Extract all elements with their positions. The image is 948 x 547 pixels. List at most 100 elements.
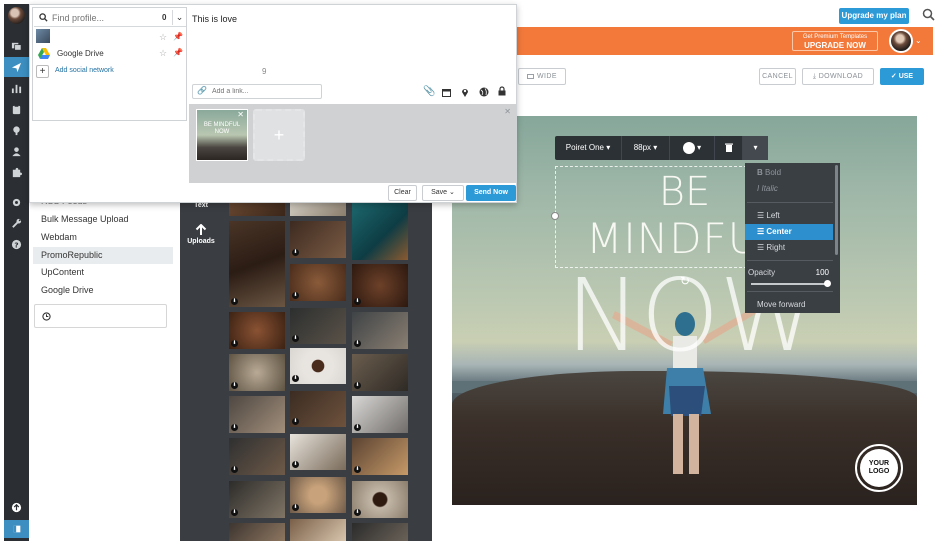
align-right-option[interactable]: ☰ Right [745, 240, 833, 256]
use-button[interactable]: ✓ USE [880, 68, 924, 85]
align-center-option[interactable]: ☰ Center [745, 224, 833, 240]
location-pin-icon[interactable] [461, 87, 469, 97]
help-icon[interactable]: ? [4, 234, 29, 254]
opacity-slider[interactable] [751, 283, 829, 285]
download-icon[interactable]: ⬇ [292, 249, 299, 256]
find-profile-input[interactable] [52, 11, 152, 24]
search-icon[interactable] [922, 8, 936, 22]
photo-thumb[interactable]: ⬇ [290, 348, 346, 384]
pin-icon[interactable]: 📌 [173, 48, 183, 57]
attached-image-thumb[interactable]: BE MINDFUL NOW ✕ [196, 109, 248, 161]
add-network-plus-icon[interactable]: + [36, 65, 49, 78]
delete-text-button[interactable] [715, 136, 743, 160]
cancel-button[interactable]: CANCEL [759, 68, 796, 85]
panel-toggle-icon[interactable] [4, 520, 29, 538]
profile-google-drive[interactable]: Google Drive [57, 49, 104, 58]
insights-icon[interactable] [4, 120, 29, 140]
calendar-icon[interactable] [442, 88, 451, 97]
photo-thumb[interactable]: ⬇ [352, 264, 408, 307]
assignments-icon[interactable] [4, 99, 29, 119]
tools-wrench-icon[interactable] [4, 213, 29, 233]
chevron-down-icon[interactable]: ⌄ [915, 36, 922, 45]
upgrade-now-button[interactable]: Get Premium Templates UPGRADE NOW [792, 31, 878, 51]
download-icon[interactable]: ⬇ [292, 335, 299, 342]
photo-thumb[interactable]: ⬇ [229, 221, 285, 307]
download-icon[interactable]: ⬇ [292, 504, 299, 511]
settings-gear-icon[interactable] [4, 192, 29, 212]
uploads-tool[interactable]: Uploads [183, 224, 219, 245]
download-icon[interactable]: ⬇ [292, 292, 299, 299]
close-media-icon[interactable]: ✕ [504, 107, 511, 116]
photo-thumb[interactable]: ⬇ [290, 308, 346, 344]
globe-icon[interactable] [479, 87, 489, 97]
resize-handle[interactable] [551, 212, 559, 220]
photo-thumb[interactable] [229, 523, 285, 541]
font-size-dropdown[interactable]: 88px ▾ [622, 136, 670, 160]
history-box[interactable] [34, 304, 167, 328]
upgrade-plan-button[interactable]: Upgrade my plan [839, 8, 909, 24]
download-icon[interactable]: ⬇ [231, 340, 238, 347]
lock-icon[interactable] [498, 86, 506, 96]
account-avatar[interactable] [889, 29, 913, 53]
photo-thumb[interactable]: ⬇ [352, 481, 408, 518]
rotate-icon[interactable]: ↻ [679, 275, 691, 287]
photo-thumb[interactable] [290, 519, 346, 541]
download-icon[interactable]: ⬇ [231, 298, 238, 305]
add-link-field[interactable]: 🔗 [192, 84, 322, 99]
photo-thumb[interactable] [352, 196, 408, 260]
download-icon[interactable]: ⬇ [231, 424, 238, 431]
pin-icon[interactable]: 📌 [173, 32, 183, 41]
text-selection-box[interactable] [555, 166, 747, 268]
analytics-icon[interactable] [4, 78, 29, 98]
photo-thumb[interactable]: ⬇ [229, 312, 285, 349]
photo-thumb[interactable]: ⬇ [352, 396, 408, 433]
add-social-network-link[interactable]: Add social network [55, 67, 114, 74]
source-promorepublic[interactable]: PromoRepublic [33, 247, 173, 264]
contacts-icon[interactable] [4, 141, 29, 161]
upload-circle-icon[interactable] [4, 498, 29, 516]
italic-option[interactable]: I Italic [745, 181, 833, 197]
source-bulk-message-upload[interactable]: Bulk Message Upload [33, 211, 173, 228]
download-icon[interactable]: ⬇ [354, 298, 361, 305]
download-icon[interactable]: ⬇ [292, 375, 299, 382]
send-now-button[interactable]: Send Now [466, 185, 516, 201]
opacity-slider-handle[interactable] [824, 280, 831, 287]
source-webdam[interactable]: Webdam [33, 229, 173, 246]
photo-thumb[interactable]: ⬇ [290, 264, 346, 301]
wide-format-button[interactable]: WIDE [518, 68, 566, 85]
photo-thumb[interactable]: ⬇ [290, 434, 346, 470]
remove-image-icon[interactable]: ✕ [237, 110, 244, 119]
download-button[interactable]: ⤓ DOWNLOAD [802, 68, 874, 85]
photo-thumb[interactable]: ⬇ [352, 438, 408, 475]
clear-button[interactable]: Clear [388, 185, 417, 201]
favorite-star-icon[interactable]: ☆ [159, 48, 167, 59]
more-options-button[interactable]: ▾ [743, 136, 768, 160]
profile-avatar[interactable] [36, 29, 50, 43]
publisher-icon[interactable] [4, 57, 29, 77]
download-icon[interactable]: ⬇ [231, 466, 238, 473]
find-profile-field[interactable]: 0 ⌄ [34, 9, 186, 27]
source-upcontent[interactable]: UpContent [33, 264, 173, 281]
move-forward-option[interactable]: Move forward [745, 297, 833, 313]
photo-thumb[interactable]: ⬇ [229, 481, 285, 518]
streams-icon[interactable] [4, 36, 29, 56]
add-link-input[interactable] [212, 86, 317, 97]
photo-thumb[interactable]: ⬇ [229, 396, 285, 433]
photo-thumb[interactable]: ⬇ [290, 221, 346, 258]
download-icon[interactable]: ⬇ [354, 424, 361, 431]
apps-puzzle-icon[interactable] [4, 162, 29, 182]
align-left-option[interactable]: ☰ Left [745, 208, 833, 224]
photo-thumb[interactable] [352, 523, 408, 541]
download-icon[interactable]: ⬇ [354, 340, 361, 347]
download-icon[interactable]: ⬇ [231, 509, 238, 516]
font-family-dropdown[interactable]: Poiret One ▾ [555, 136, 622, 160]
photo-thumb[interactable]: ⬇ [229, 438, 285, 475]
add-media-button[interactable]: + [253, 109, 305, 161]
photo-thumb[interactable]: ⬇ [229, 354, 285, 391]
save-button[interactable]: Save ⌄ [422, 185, 464, 201]
photo-thumb[interactable]: ⬇ [352, 312, 408, 349]
download-icon[interactable]: ⬇ [354, 382, 361, 389]
photo-thumb[interactable]: ⬇ [290, 391, 346, 427]
text-tool[interactable]: Text [183, 202, 219, 209]
menu-scrollbar[interactable] [835, 165, 838, 255]
